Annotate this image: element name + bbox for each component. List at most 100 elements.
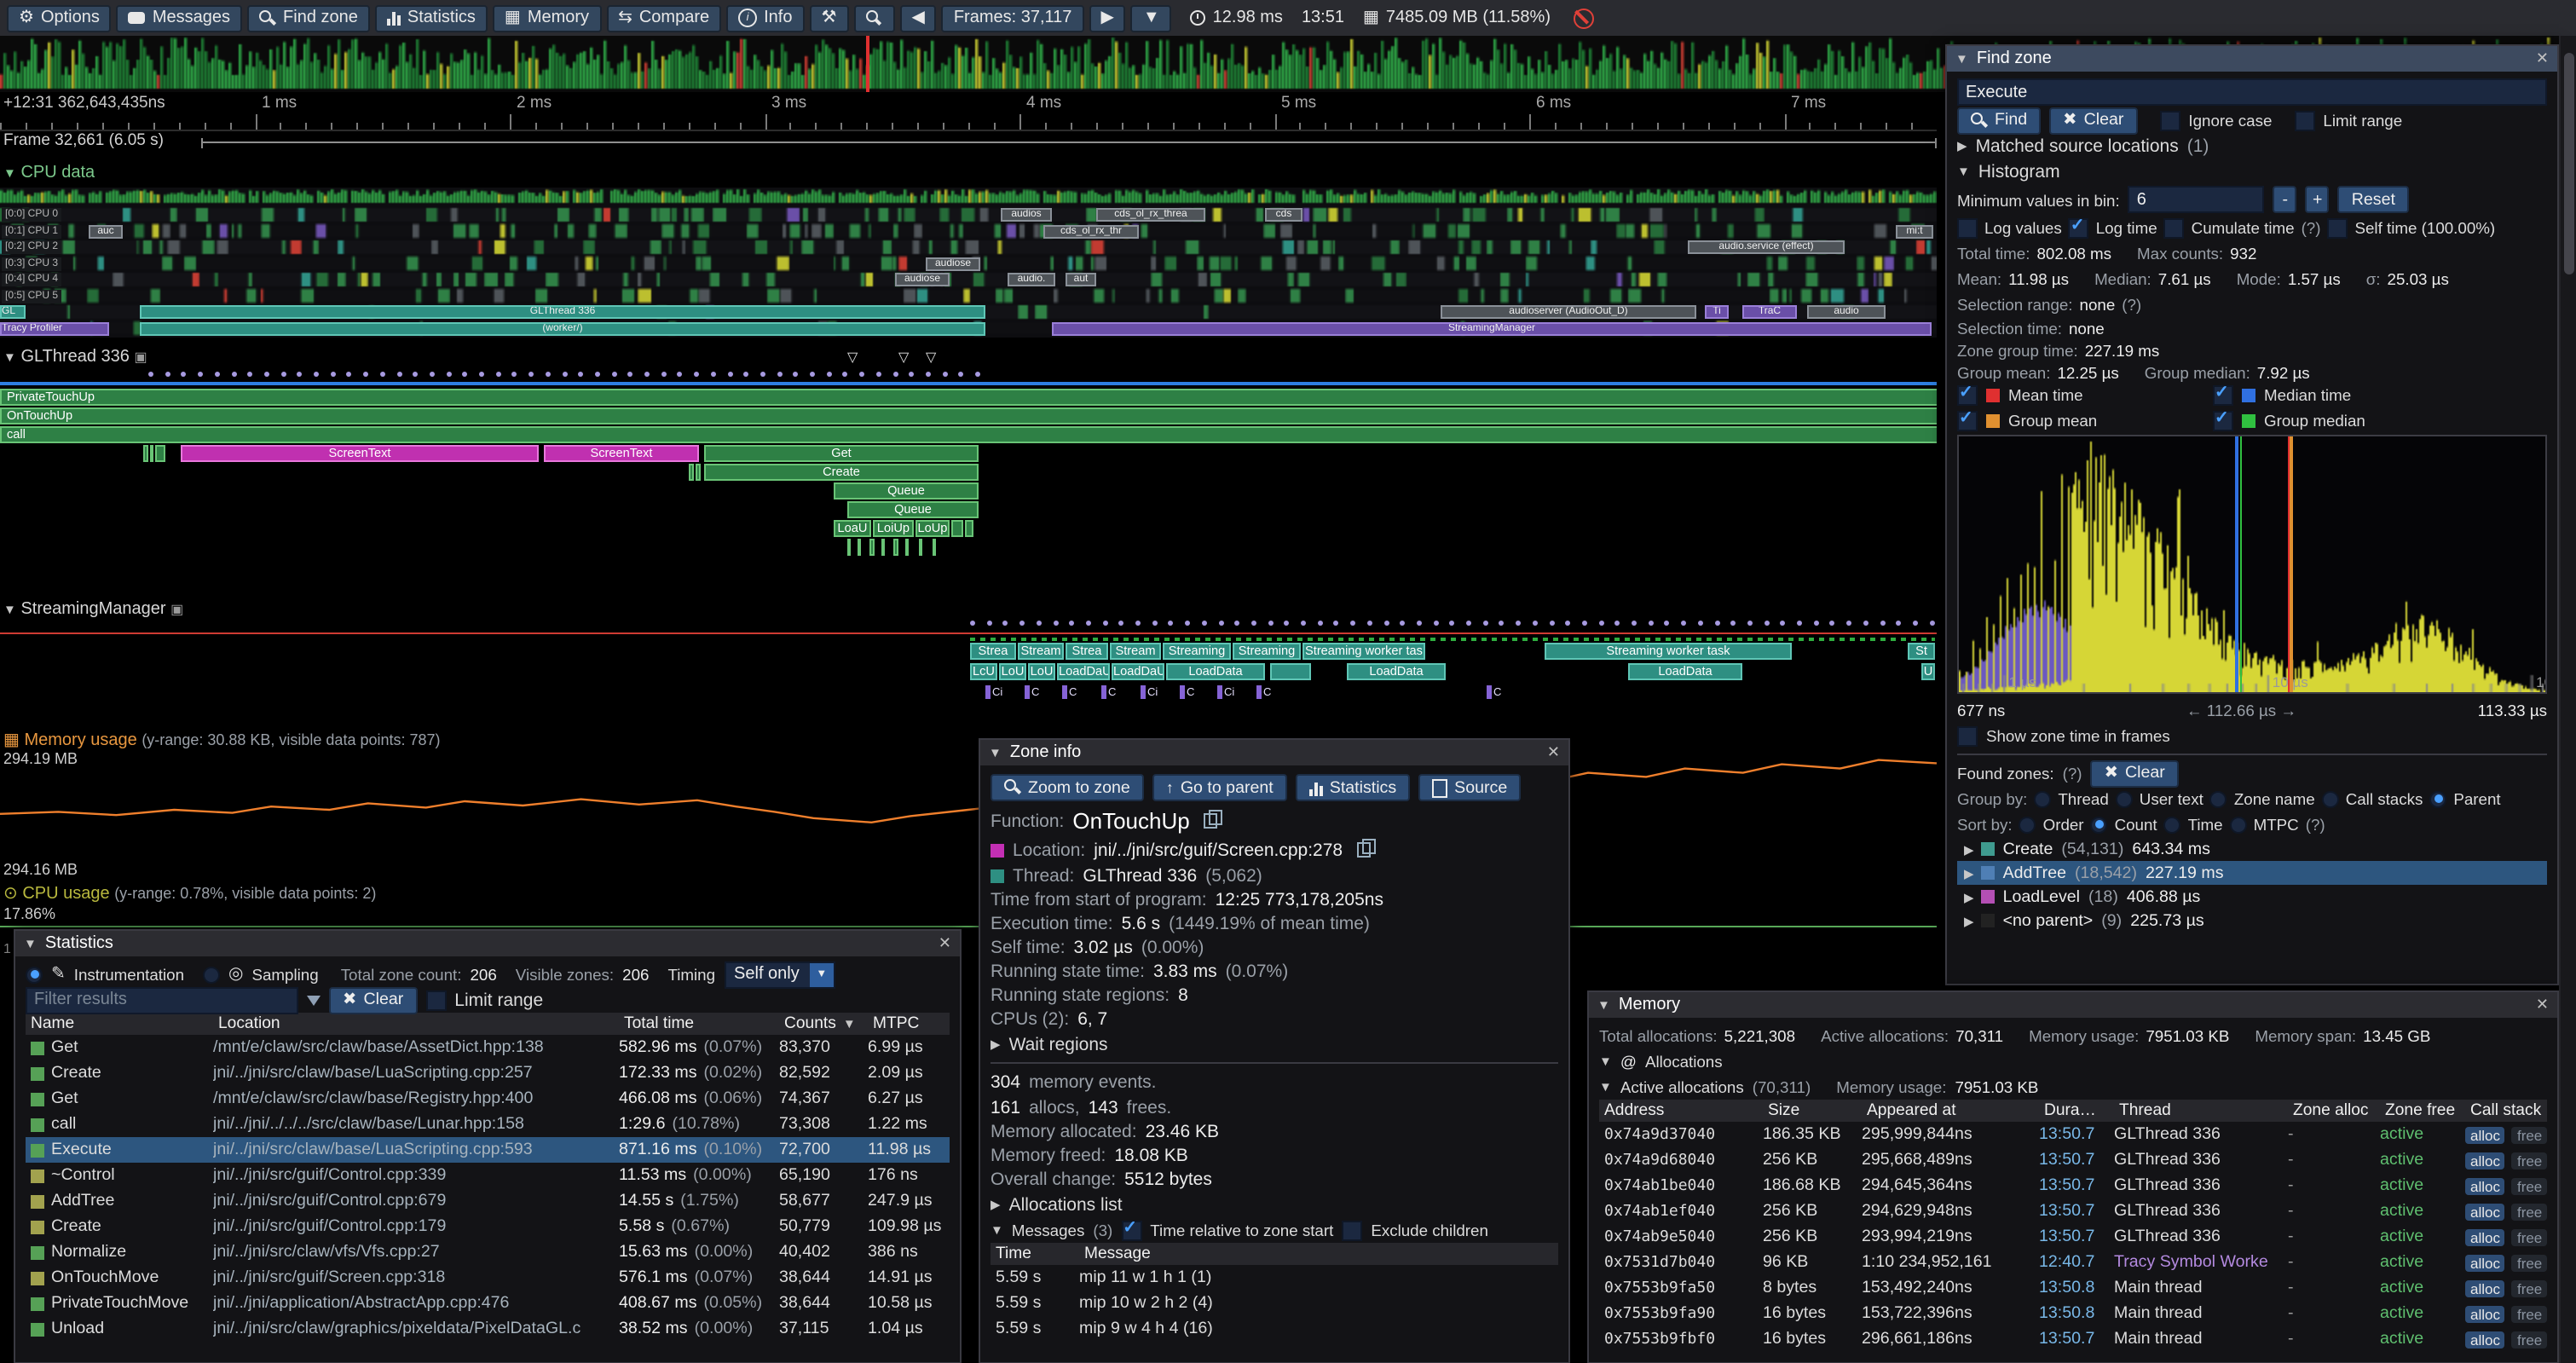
cpu-thread-zone[interactable]: StreamingManager <box>1052 321 1932 335</box>
zone-bar[interactable]: ScreenText <box>544 445 699 462</box>
allocation-row[interactable]: 0x74a9d68040256 KB295,668,489ns13:50.7GL… <box>1599 1147 2547 1173</box>
frame-marker-triangle[interactable]: ▽ <box>898 349 909 365</box>
frames-button[interactable]: Frames: 37,117 <box>942 4 1084 32</box>
table-row[interactable]: Unloadjni/../jni/src/claw/graphics/pixel… <box>26 1316 950 1342</box>
allocation-row[interactable]: 0x74ab9e5040256 KB293,994,219ns13:50.7GL… <box>1599 1224 2547 1250</box>
message-dot[interactable] <box>231 372 236 377</box>
zone-bar[interactable]: LoUp <box>915 520 950 537</box>
message-dot[interactable] <box>777 372 782 377</box>
cpu-thread-chip[interactable]: Tracy Profiler <box>0 321 109 335</box>
zone-bar[interactable] <box>919 539 922 556</box>
message-dot[interactable] <box>1019 621 1025 626</box>
allocation-row[interactable]: 0x74a9d37040186.35 KB295,999,844ns13:50.… <box>1599 1122 2547 1147</box>
goto-frame-button[interactable] <box>853 4 894 32</box>
lock-marker[interactable] <box>1141 685 1145 699</box>
zone-name-radio[interactable] <box>2210 790 2227 807</box>
message-dot[interactable] <box>413 372 418 377</box>
expand-arrow[interactable]: ▶ <box>1957 138 1967 153</box>
message-dot[interactable] <box>1367 621 1372 626</box>
timing-select[interactable]: Self only▼ <box>724 961 835 988</box>
instrumentation-radio[interactable] <box>26 966 43 983</box>
increment-button[interactable]: + <box>2306 186 2330 213</box>
message-dot[interactable] <box>1929 621 1934 626</box>
message-dot[interactable] <box>314 372 319 377</box>
zone-bar[interactable]: LoadDaU <box>1112 663 1164 680</box>
message-dot[interactable] <box>892 372 898 377</box>
allocation-row[interactable]: 0x7553b9fa9016 bytes153,722,396ns13:50.8… <box>1599 1301 2547 1326</box>
tools-button[interactable]: ⚒ <box>810 4 849 32</box>
message-dot[interactable] <box>794 372 799 377</box>
memory-plot[interactable] <box>0 745 1937 861</box>
message-dot[interactable] <box>215 372 220 377</box>
zone-bar[interactable]: LoadData <box>1166 663 1265 680</box>
zone-bar[interactable]: LoU <box>999 663 1026 680</box>
message-dot[interactable] <box>430 372 435 377</box>
zone-bar[interactable]: PrivateTouchUp <box>0 389 1937 406</box>
count-radio[interactable] <box>2091 816 2108 833</box>
find-zone-button[interactable]: Find zone <box>247 4 370 32</box>
info-button[interactable]: iInfo <box>726 4 804 32</box>
zone-bar[interactable] <box>905 539 909 556</box>
zone-bar[interactable] <box>933 539 936 556</box>
min-bin-input[interactable] <box>2128 186 2265 213</box>
table-row[interactable]: calljni/../jni/../../../src/claw/base/Lu… <box>26 1112 950 1137</box>
column-header[interactable]: Message <box>1079 1245 1539 1263</box>
alloc-callstack-button[interactable]: alloc <box>2465 1331 2505 1348</box>
message-dot[interactable] <box>1218 621 1223 626</box>
message-dot[interactable] <box>1846 621 1851 626</box>
column-header[interactable]: Name <box>26 1014 213 1033</box>
found-zone-group[interactable]: ▶Create(54,131)643.34 ms <box>1957 837 2547 861</box>
vertical-scrollbar[interactable] <box>2559 36 2576 1363</box>
message-dot[interactable] <box>644 372 650 377</box>
close-icon[interactable]: ✕ <box>1547 743 1560 762</box>
cpu-plot-header[interactable]: ⊙ CPU usage (y-range: 0.78%, visible dat… <box>3 885 376 904</box>
zone-bar[interactable]: Streaming <box>1163 643 1231 660</box>
message-dot[interactable] <box>843 372 848 377</box>
message-dot[interactable] <box>1880 621 1885 626</box>
message-dot[interactable] <box>1069 621 1074 626</box>
thread-radio[interactable] <box>2034 790 2051 807</box>
free-callstack-button[interactable]: free <box>2512 1126 2547 1143</box>
message-dot[interactable] <box>463 372 468 377</box>
message-dot[interactable] <box>1665 621 1670 626</box>
statistics-titlebar[interactable]: ▼ Statistics ✕ <box>15 931 960 956</box>
message-dot[interactable] <box>1053 621 1058 626</box>
message-dot[interactable] <box>479 372 484 377</box>
cpu-zone[interactable]: cds_ol_rx_thr <box>1043 224 1139 238</box>
memory-titlebar[interactable]: ▼ Memory ✕ <box>1589 992 2557 1018</box>
free-callstack-button[interactable]: free <box>2512 1305 2547 1322</box>
message-dot[interactable] <box>959 372 964 377</box>
message-row[interactable]: 5.59 smip 10 w 2 h 2 (4) <box>991 1291 1558 1316</box>
compare-button[interactable]: ⇆Compare <box>606 4 721 32</box>
find-button[interactable]: Find <box>1957 107 2041 134</box>
median-time-checkbox[interactable] <box>2213 384 2233 405</box>
expand-arrow[interactable]: ▶ <box>991 1197 1001 1212</box>
prev-frame-button[interactable]: ◀ <box>899 4 936 32</box>
go-to-parent-button[interactable]: ↑Go to parent <box>1152 774 1287 801</box>
message-dot[interactable] <box>595 372 600 377</box>
message-dot[interactable] <box>1747 621 1753 626</box>
zone-bar[interactable]: Get <box>704 445 979 462</box>
lock-marker[interactable] <box>1487 685 1491 699</box>
active-allocations-row[interactable]: ▼ Active allocations (70,311) Memory usa… <box>1599 1074 2547 1100</box>
user-text-radio[interactable] <box>2116 790 2133 807</box>
alloc-callstack-button[interactable]: alloc <box>2465 1203 2505 1220</box>
alloc-callstack-button[interactable]: alloc <box>2465 1152 2505 1169</box>
message-dot[interactable] <box>1549 621 1554 626</box>
decrement-button[interactable]: - <box>2273 186 2297 213</box>
table-row[interactable]: Executejni/../jni/src/claw/base/LuaScrip… <box>26 1137 950 1163</box>
cpu-thread-zone[interactable]: Ti <box>1705 305 1729 319</box>
message-dot[interactable] <box>528 372 534 377</box>
column-header[interactable]: Thread <box>2114 1101 2288 1120</box>
cpu-zone[interactable]: mi:t <box>1896 224 1933 238</box>
cpu-thread-zone[interactable]: GLThread 336 <box>140 305 985 319</box>
message-dot[interactable] <box>330 372 335 377</box>
message-dot[interactable] <box>1698 621 1703 626</box>
allocation-row[interactable]: 0x7553b9fa508 bytes153,492,240ns13:50.8M… <box>1599 1275 2547 1301</box>
table-row[interactable]: Createjni/../jni/src/claw/base/LuaScript… <box>26 1060 950 1086</box>
zone-bar[interactable]: OnTouchUp <box>0 407 1937 424</box>
help-icon[interactable]: (?) <box>2302 218 2321 237</box>
collapse-arrow[interactable]: ▼ <box>1599 1054 1612 1069</box>
message-dot[interactable] <box>1317 621 1322 626</box>
clear-groups-button[interactable]: ✖Clear <box>2091 759 2179 787</box>
